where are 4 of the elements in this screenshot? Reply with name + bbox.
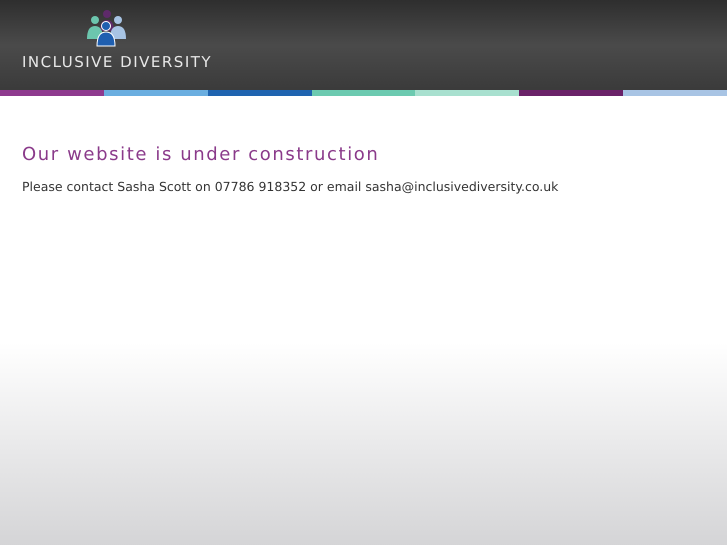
contact-message: Please contact Sasha Scott on 07786 918352 or email sasha@inclusivediversity.co.uk bbox=[22, 179, 560, 194]
people-logo-icon bbox=[86, 9, 126, 47]
logo-text: INCLUSIVE DIVERSITY bbox=[22, 53, 212, 71]
page-heading: Our website is under construction bbox=[22, 144, 380, 165]
